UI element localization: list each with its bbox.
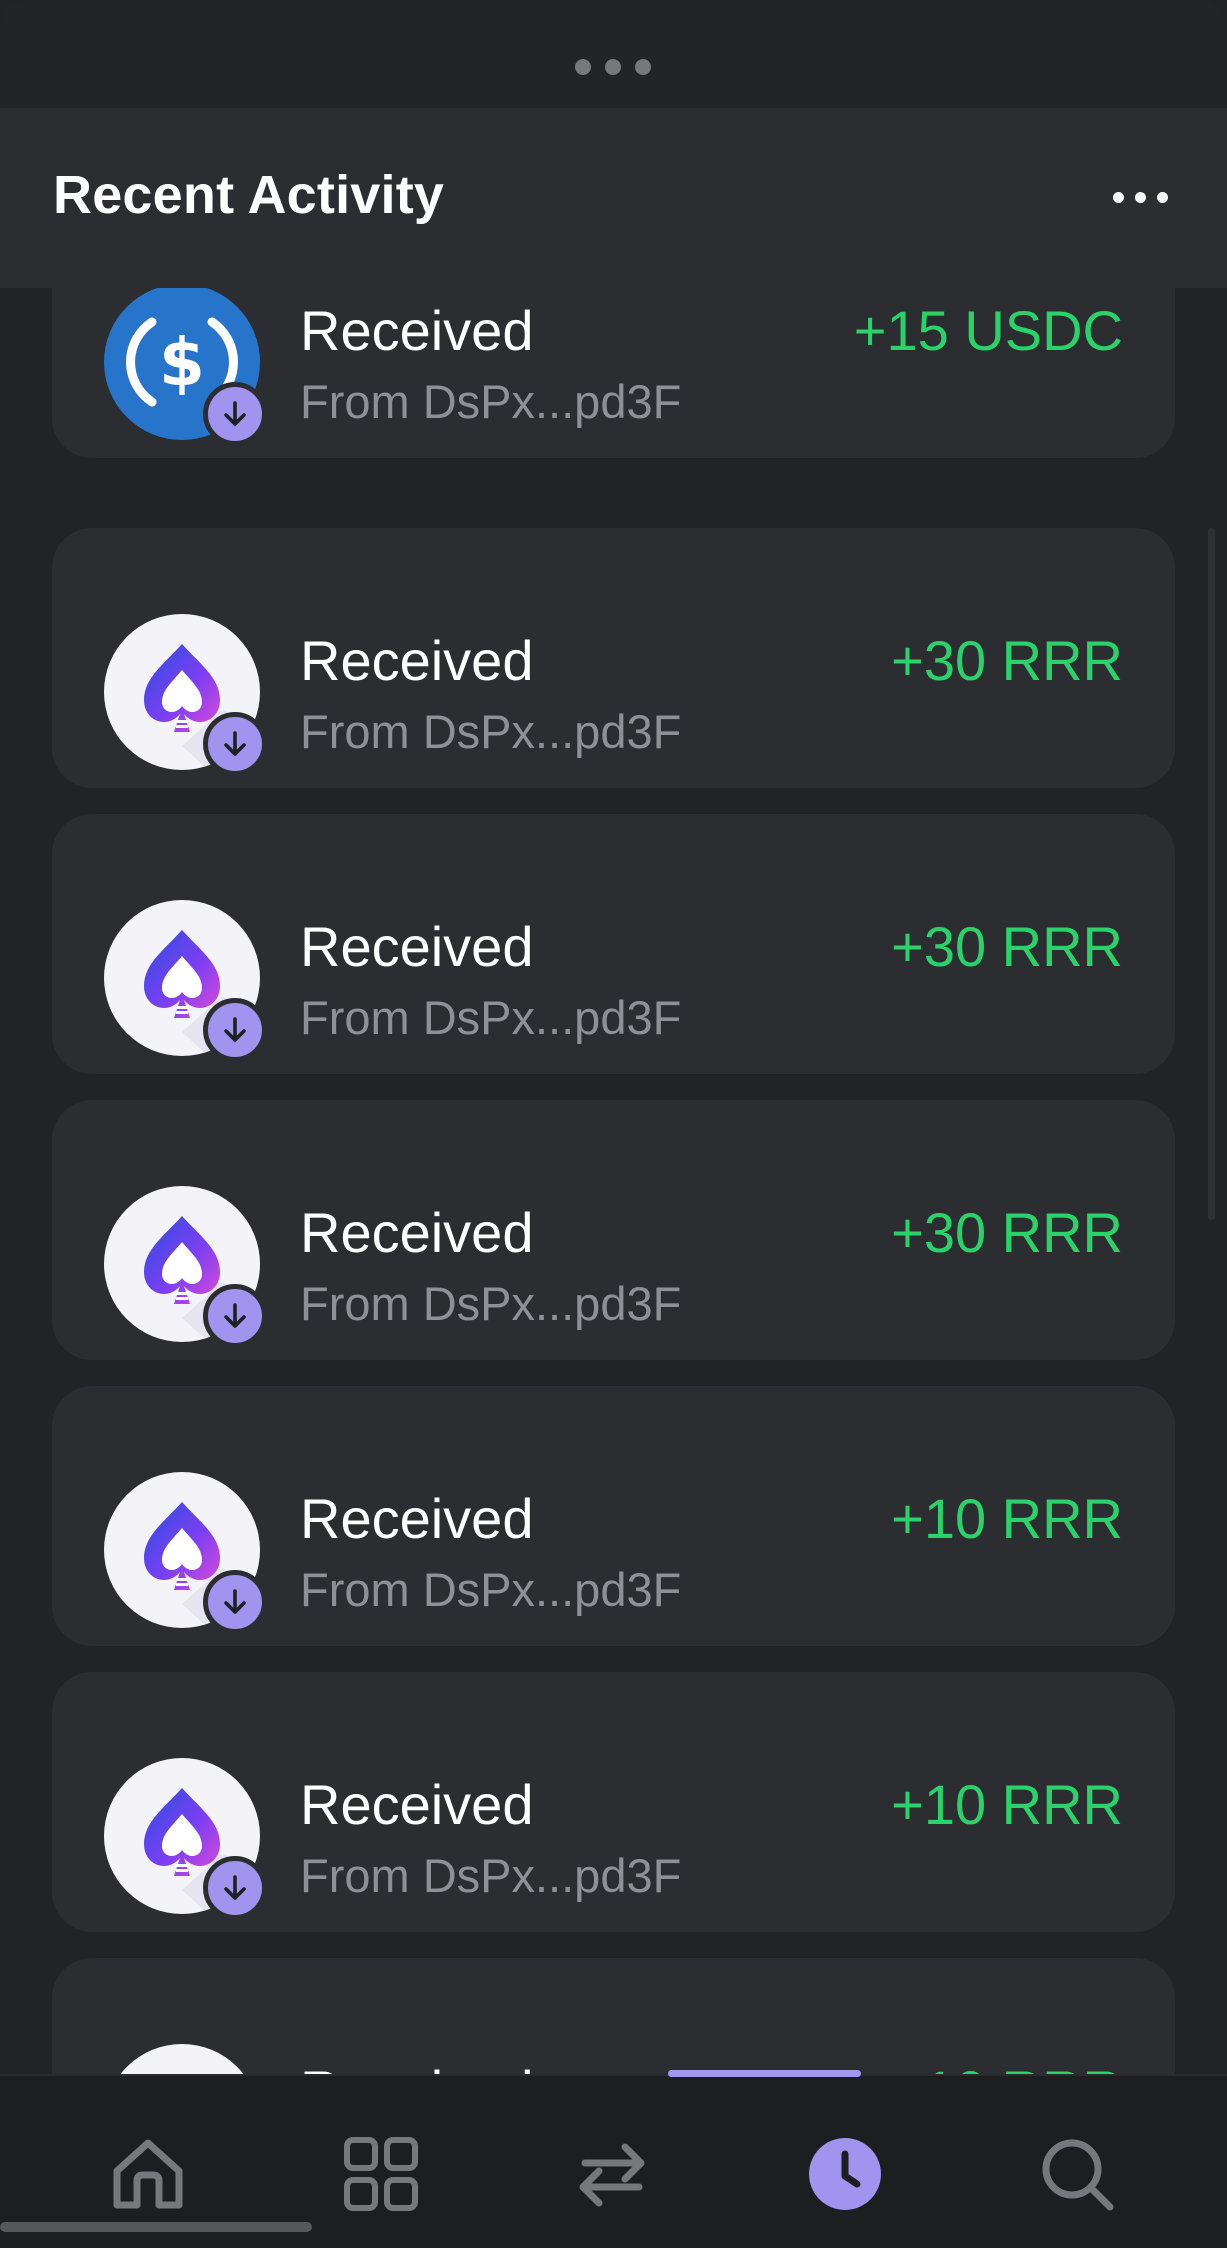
nav-apps[interactable]	[331, 2124, 431, 2224]
clock-icon	[809, 2138, 881, 2210]
activity-amount: +10 RRR	[891, 2058, 1123, 2074]
activity-item[interactable]: Received From DsPx...pd3F +30 RRR	[52, 528, 1175, 788]
page-header: Recent Activity	[0, 108, 1227, 288]
activity-from: From DsPx...pd3F	[300, 375, 682, 428]
activity-item[interactable]: Received From DsPx...pd3F +30 RRR	[52, 814, 1175, 1074]
activity-list[interactable]: $ Received From DsPx...pd3F +15 USDC Rec…	[0, 288, 1227, 2074]
sheet-handle[interactable]	[0, 0, 1227, 108]
search-icon	[1042, 2139, 1114, 2211]
activity-title: Received	[300, 299, 534, 362]
activity-title: Received	[300, 1201, 534, 1264]
activity-title: Received	[300, 2058, 533, 2074]
home-icon	[113, 2139, 183, 2209]
arrow-down-icon	[203, 1570, 267, 1634]
nav-search[interactable]	[1027, 2124, 1127, 2224]
activity-from: From DsPx...pd3F	[300, 991, 682, 1044]
activity-item[interactable]: Received +10 RRR	[52, 1958, 1175, 2074]
nav-swap[interactable]	[562, 2124, 662, 2224]
scrollbar[interactable]	[1208, 528, 1215, 1220]
activity-amount: +10 RRR	[891, 1773, 1123, 1836]
page-title: Recent Activity	[53, 165, 445, 225]
activity-item[interactable]: Received From DsPx...pd3F +10 RRR	[52, 1672, 1175, 1932]
more-horizontal-icon[interactable]	[1113, 192, 1169, 210]
arrow-down-icon	[203, 382, 267, 446]
activity-title: Received	[300, 629, 534, 692]
active-tab-indicator	[668, 2070, 861, 2077]
activity-amount: +30 RRR	[891, 1201, 1123, 1264]
activity-item[interactable]: Received From DsPx...pd3F +30 RRR	[52, 1100, 1175, 1360]
activity-title: Received	[300, 1773, 534, 1836]
arrow-down-icon	[203, 1284, 267, 1348]
apps-grid-icon	[344, 2137, 418, 2211]
activity-item[interactable]: Received From DsPx...pd3F +10 RRR	[52, 1386, 1175, 1646]
activity-from: From DsPx...pd3F	[300, 1277, 682, 1330]
activity-title: Received	[300, 1487, 534, 1550]
activity-amount: +10 RRR	[891, 1487, 1123, 1550]
activity-item[interactable]: $ Received From DsPx...pd3F +15 USDC	[52, 288, 1175, 458]
activity-from: From DsPx...pd3F	[300, 1563, 682, 1616]
arrow-down-icon	[203, 1856, 267, 1920]
nav-home[interactable]	[98, 2124, 198, 2224]
activity-amount: +15 USDC	[853, 299, 1123, 362]
drag-handle-icon	[575, 59, 655, 77]
activity-screen: Recent Activity $ Received From DsPx...p…	[0, 0, 1227, 2248]
rrr-token-icon	[104, 2044, 260, 2074]
svg-text:$: $	[159, 324, 205, 401]
activity-amount: +30 RRR	[891, 629, 1123, 692]
nav-activity[interactable]	[795, 2124, 895, 2224]
activity-amount: +30 RRR	[891, 915, 1123, 978]
activity-from: From DsPx...pd3F	[300, 1849, 682, 1902]
activity-title: Received	[300, 915, 534, 978]
home-indicator[interactable]	[0, 2222, 312, 2232]
activity-from: From DsPx...pd3F	[300, 705, 682, 758]
arrow-down-icon	[203, 998, 267, 1062]
arrow-down-icon	[203, 712, 267, 776]
swap-icon	[579, 2143, 645, 2207]
